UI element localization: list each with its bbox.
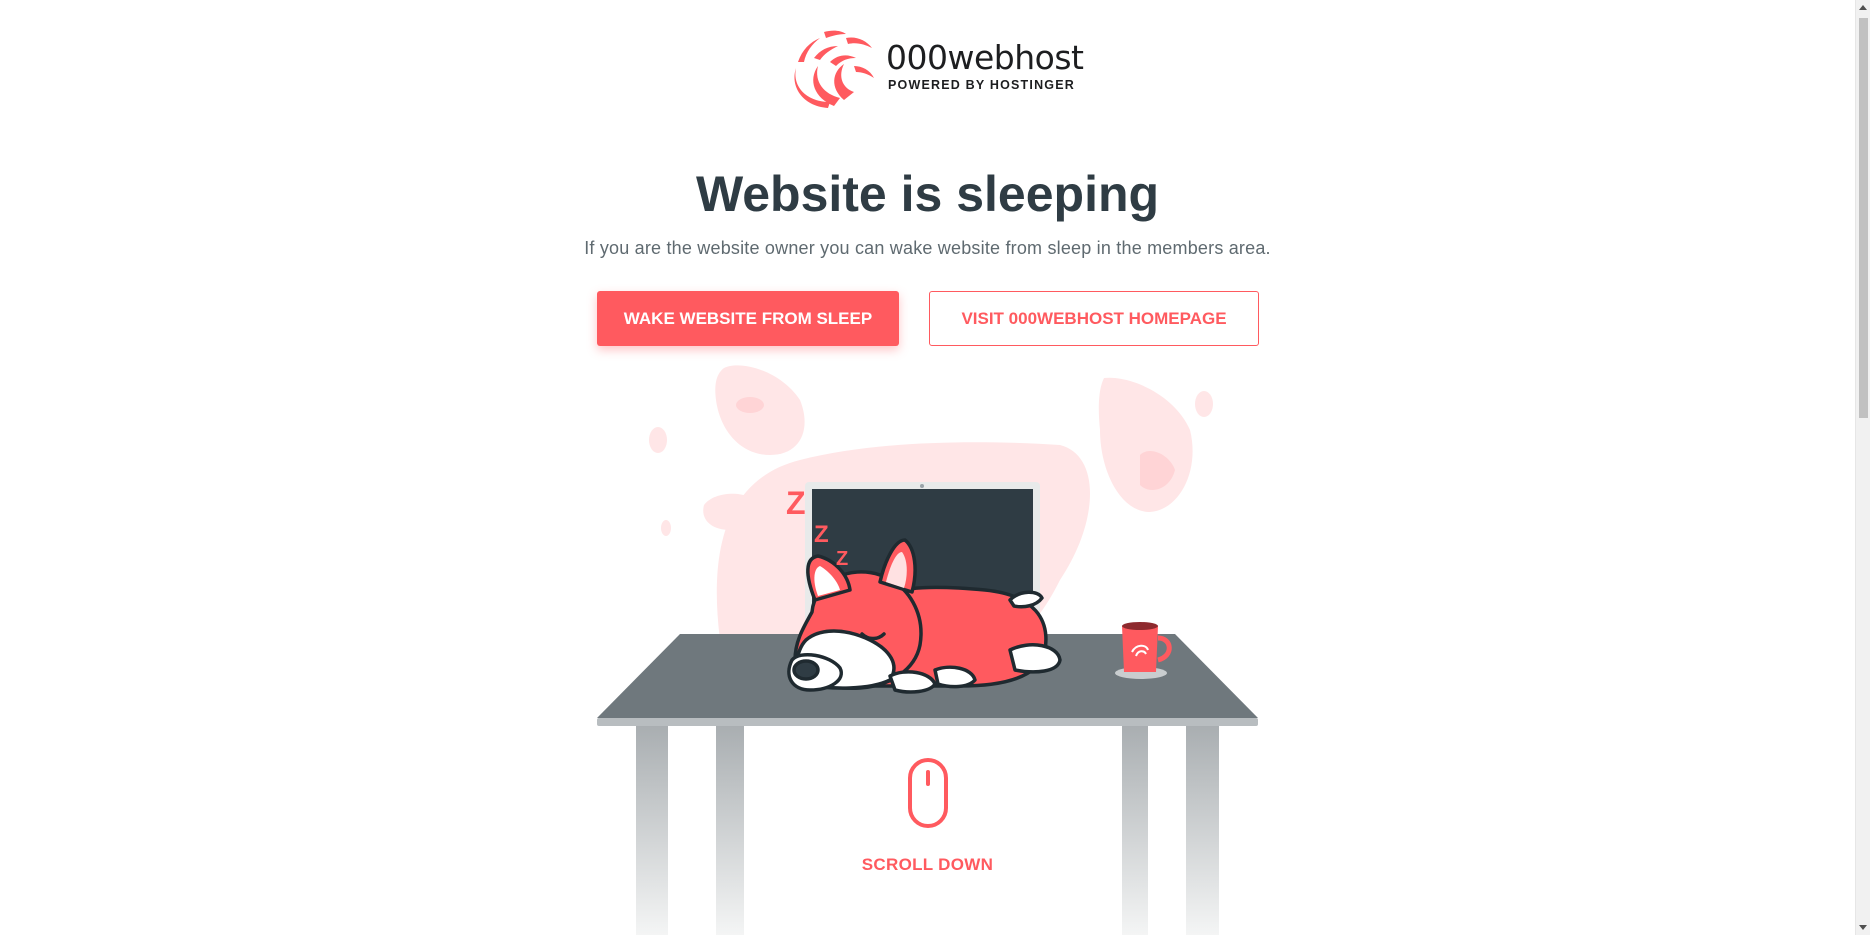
scroll-up-arrow-icon[interactable]	[1859, 5, 1867, 10]
swirl-logo-icon	[794, 30, 874, 108]
logo[interactable]: 000webhost POWERED BY HOSTINGER	[784, 28, 1084, 112]
page-title: Website is sleeping	[695, 166, 1160, 222]
scroll-down-arrow-icon[interactable]	[1859, 925, 1867, 930]
scroll-down-label[interactable]: SCROLL DOWN	[0, 855, 1855, 875]
z-large: Z	[786, 485, 806, 521]
page-subtitle: If you are the website owner you can wak…	[584, 238, 1271, 258]
brand-name: 000webhost	[886, 38, 1084, 77]
scrollbar-thumb[interactable]	[1859, 18, 1868, 418]
z-small: Z	[836, 548, 848, 570]
mouse-icon[interactable]	[908, 758, 948, 828]
visit-homepage-button[interactable]: VISIT 000WEBHOST HOMEPAGE	[929, 291, 1259, 346]
brand-tagline: POWERED BY HOSTINGER	[888, 78, 1075, 92]
sleeping-illustration: Z Z Z	[597, 365, 1258, 935]
page: 000webhost POWERED BY HOSTINGER Website …	[0, 0, 1855, 935]
z-medium: Z	[814, 521, 829, 548]
page-scrollbar[interactable]	[1855, 0, 1870, 935]
logo-text: 000webhost POWERED BY HOSTINGER	[886, 38, 1084, 93]
wake-website-button[interactable]: WAKE WEBSITE FROM SLEEP	[597, 291, 899, 346]
